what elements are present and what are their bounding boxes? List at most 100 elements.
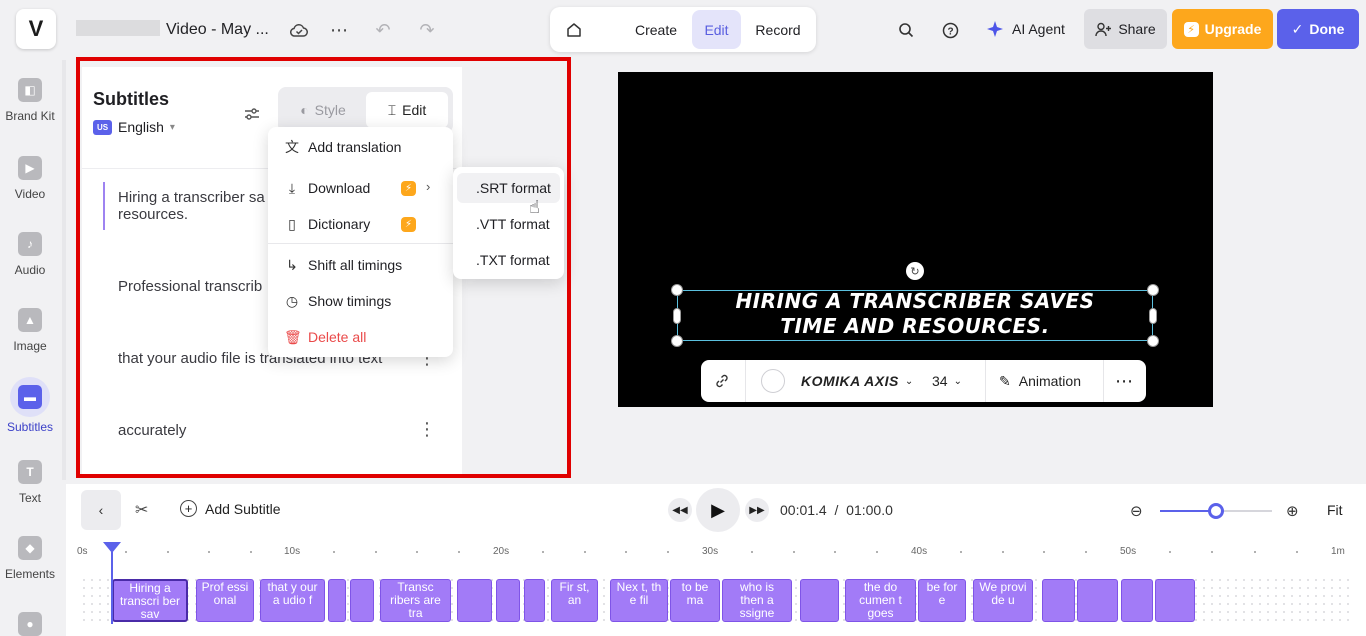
- sidebar-item-more[interactable]: ●: [0, 612, 60, 636]
- sidebar-divider: [62, 60, 66, 480]
- subtitle-clip[interactable]: [800, 579, 839, 622]
- menu-item-delete-all[interactable]: 🗑 Delete all: [268, 320, 453, 354]
- subtitle-line[interactable]: Professional transcrib: [118, 278, 262, 295]
- premium-lightning-icon: ⚡: [401, 181, 416, 196]
- elements-icon: ◆: [18, 536, 42, 560]
- scissors-icon[interactable]: ✂: [135, 500, 148, 520]
- add-subtitle-button[interactable]: + Add Subtitle: [180, 500, 281, 517]
- search-icon[interactable]: [892, 16, 920, 44]
- ruler-tick: [793, 551, 795, 553]
- subtitle-clip[interactable]: [1121, 579, 1153, 622]
- download-vtt-option[interactable]: .VTT format: [457, 209, 560, 239]
- language-selector[interactable]: US English ▾: [93, 119, 175, 135]
- skip-back-icon[interactable]: ◀◀: [668, 498, 692, 522]
- project-title[interactable]: Video - May ...: [76, 20, 269, 39]
- zoom-in-icon[interactable]: ⊕: [1286, 502, 1299, 520]
- redo-icon[interactable]: ↷: [413, 16, 441, 44]
- subtitle-line[interactable]: accurately: [118, 422, 186, 439]
- subtitle-clip[interactable]: [524, 579, 545, 622]
- home-button[interactable]: [555, 10, 593, 49]
- subtitle-clip[interactable]: Prof essi onal: [196, 579, 254, 622]
- subtitle-clip[interactable]: We provi de u: [973, 579, 1033, 622]
- subtitle-clip[interactable]: Fir st, an: [551, 579, 598, 622]
- ruler-tick: [333, 551, 335, 553]
- font-family-dropdown[interactable]: KOMIKA AXIS ⌄: [801, 360, 913, 402]
- ruler-tick: [1002, 551, 1004, 553]
- help-icon[interactable]: ?: [936, 16, 964, 44]
- caption-text[interactable]: Hiring a transcriber saves time and reso…: [677, 289, 1153, 339]
- mode-edit[interactable]: Edit: [692, 10, 741, 49]
- subtitle-clip[interactable]: Transc ribers are tra: [380, 579, 451, 622]
- ruler-tick: [751, 551, 753, 553]
- sidebar-item-image[interactable]: ▲ Image: [0, 308, 60, 353]
- undo-icon[interactable]: ↶: [369, 16, 397, 44]
- font-size-dropdown[interactable]: 34 ⌄: [932, 360, 962, 402]
- subtitle-clip[interactable]: [1077, 579, 1118, 622]
- menu-item-shift-timings[interactable]: ↳ Shift all timings: [268, 248, 453, 282]
- text-color-picker[interactable]: [761, 360, 785, 402]
- subtitle-clip[interactable]: [1155, 579, 1195, 622]
- subtitle-more-icon[interactable]: ⋮: [418, 419, 436, 440]
- active-subtitle-marker: [103, 182, 105, 230]
- subtitle-clip[interactable]: Hiring a transcri ber sav: [112, 579, 188, 622]
- tab-style[interactable]: ◐ Style: [283, 92, 363, 128]
- download-icon: ⤓: [284, 180, 300, 197]
- tab-edit[interactable]: ⌶ Edit: [366, 92, 448, 128]
- sidebar-item-brand-kit[interactable]: ◧ Brand Kit: [0, 78, 60, 123]
- settings-sliders-icon[interactable]: [244, 107, 260, 126]
- sidebar-item-audio[interactable]: ♪ Audio: [0, 232, 60, 277]
- audio-icon: ♪: [18, 232, 42, 256]
- ruler-label: 50s: [1120, 546, 1136, 557]
- subtitle-clip[interactable]: Nex t, th e fil: [610, 579, 668, 622]
- subtitle-clip[interactable]: to be ma: [670, 579, 720, 622]
- subtitle-clip[interactable]: [496, 579, 520, 622]
- subtitle-clip[interactable]: the do cumen t goes: [845, 579, 916, 622]
- skip-forward-icon[interactable]: ▶▶: [745, 498, 769, 522]
- subtitle-clip[interactable]: [1042, 579, 1075, 622]
- subtitle-line[interactable]: Hiring a transcriber sa resources.: [118, 189, 265, 223]
- video-canvas[interactable]: [618, 72, 1213, 407]
- ruler-label: 10s: [284, 546, 300, 557]
- ai-agent-button[interactable]: AI Agent: [980, 10, 1071, 48]
- menu-item-download[interactable]: ⤓ Download ⚡ ›: [268, 171, 453, 205]
- ruler-tick: [584, 551, 586, 553]
- mode-create[interactable]: Create: [627, 10, 685, 49]
- download-format-submenu: .SRT format .VTT format .TXT format: [453, 167, 564, 279]
- more-options-icon[interactable]: ⋯: [1115, 360, 1133, 402]
- animation-button[interactable]: ✎ Animation: [999, 360, 1081, 402]
- subtitle-clip[interactable]: who is then a ssigne: [722, 579, 792, 622]
- menu-item-dictionary[interactable]: ▯ Dictionary ⚡: [268, 207, 453, 241]
- done-button[interactable]: ✓ Done: [1277, 9, 1359, 49]
- play-button[interactable]: ▶: [696, 488, 740, 532]
- left-sidebar: ◧ Brand Kit ▶ Video ♪ Audio ▲ Image ▬ Su…: [0, 60, 60, 636]
- zoom-slider-handle[interactable]: [1208, 503, 1224, 519]
- zoom-out-icon[interactable]: ⊖: [1130, 502, 1143, 520]
- subtitle-clip[interactable]: [350, 579, 374, 622]
- hand-cursor-icon: ☝: [529, 197, 540, 218]
- collapse-panel-button[interactable]: ‹: [81, 490, 121, 530]
- us-flag-icon: US: [93, 120, 112, 135]
- svg-text:?: ?: [947, 26, 953, 37]
- subtitle-clip[interactable]: that y our a udio f: [260, 579, 325, 622]
- sidebar-item-elements[interactable]: ◆ Elements: [0, 536, 60, 581]
- book-icon: ▯: [284, 216, 300, 233]
- app-logo[interactable]: V: [16, 9, 56, 49]
- subtitle-clip[interactable]: be for e: [918, 579, 966, 622]
- subtitle-clip[interactable]: [457, 579, 492, 622]
- share-button[interactable]: Share: [1084, 9, 1167, 49]
- sidebar-item-subtitles[interactable]: ▬ Subtitles: [0, 377, 60, 434]
- menu-item-add-translation[interactable]: 文 Add translation: [268, 130, 453, 164]
- download-srt-option[interactable]: .SRT format: [457, 173, 560, 203]
- upgrade-button[interactable]: ⚡ Upgrade: [1172, 9, 1273, 49]
- color-swatch: [761, 369, 785, 393]
- sidebar-item-text[interactable]: T Text: [0, 460, 60, 505]
- mode-record[interactable]: Record: [746, 10, 810, 49]
- zoom-fit-button[interactable]: Fit: [1327, 502, 1343, 518]
- more-options-icon[interactable]: ⋯: [325, 16, 353, 44]
- download-txt-option[interactable]: .TXT format: [457, 245, 560, 275]
- rotate-icon[interactable]: ↻: [906, 262, 924, 280]
- link-icon[interactable]: [711, 360, 733, 402]
- menu-item-show-timings[interactable]: ◷ Show timings: [268, 284, 453, 318]
- sidebar-item-video[interactable]: ▶ Video: [0, 156, 60, 201]
- subtitle-clip[interactable]: [328, 579, 346, 622]
